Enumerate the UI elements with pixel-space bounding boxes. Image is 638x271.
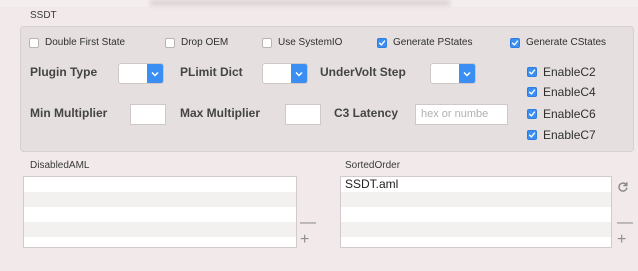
window-top-shadow: [150, 0, 450, 6]
c3-latency-field[interactable]: hex or numbe: [415, 104, 508, 125]
undervolt-step-dropdown[interactable]: [430, 63, 476, 84]
checkbox-label: Drop OEM: [181, 37, 229, 48]
chevron-down-icon: [147, 64, 163, 83]
disabled-aml-list[interactable]: [23, 176, 297, 248]
chevron-down-icon: [291, 64, 307, 83]
list-row: [24, 192, 296, 207]
generate-pstates-checkbox[interactable]: Generate PStates: [377, 37, 473, 48]
list-row: [341, 207, 611, 222]
checkbox-label: EnableC4: [543, 85, 596, 99]
list-row: [341, 192, 611, 207]
checkmark-icon: [527, 130, 537, 140]
min-multiplier-label: Min Multiplier: [30, 106, 108, 120]
sorted-order-remove-button[interactable]: —: [617, 215, 633, 231]
chevron-down-icon: [459, 64, 475, 83]
checkmark-icon: [510, 37, 520, 48]
checkbox-box: [262, 37, 272, 48]
list-item[interactable]: SSDT.aml: [341, 177, 611, 192]
disabled-aml-remove-button[interactable]: —: [300, 215, 316, 231]
list-row: [24, 177, 296, 192]
enablec2-checkbox[interactable]: EnableC2: [527, 65, 596, 79]
plugin-type-label: Plugin Type: [30, 65, 98, 79]
list-row: [341, 222, 611, 237]
checkbox-label: EnableC2: [543, 65, 596, 79]
plimit-dict-label: PLimit Dict: [180, 65, 243, 79]
checkmark-icon: [527, 67, 537, 77]
checkbox-box: [29, 37, 39, 48]
enablec6-checkbox[interactable]: EnableC6: [527, 107, 596, 121]
max-multiplier-field[interactable]: [285, 104, 321, 125]
double-first-state-checkbox[interactable]: Double First State: [29, 37, 125, 48]
checkbox-label: EnableC6: [543, 107, 596, 121]
checkbox-label: EnableC7: [543, 128, 596, 142]
sorted-order-add-button[interactable]: +: [617, 232, 626, 248]
drop-oem-checkbox[interactable]: Drop OEM: [165, 37, 228, 48]
plimit-dict-dropdown[interactable]: [262, 63, 308, 84]
enablec7-checkbox[interactable]: EnableC7: [527, 128, 596, 142]
checkbox-label: Generate PStates: [393, 37, 473, 48]
use-systemio-checkbox[interactable]: Use SystemIO: [262, 37, 342, 48]
sorted-order-title: SortedOrder: [345, 160, 401, 171]
checkbox-label: Double First State: [45, 37, 126, 48]
max-multiplier-label: Max Multiplier: [180, 106, 261, 120]
list-row: [24, 222, 296, 237]
checkmark-icon: [527, 109, 537, 119]
enablec4-checkbox[interactable]: EnableC4: [527, 85, 596, 99]
list-row: [24, 207, 296, 222]
checkbox-label: Use SystemIO: [278, 37, 343, 48]
disabled-aml-add-button[interactable]: +: [300, 232, 309, 248]
min-multiplier-field[interactable]: [130, 104, 166, 125]
checkbox-label: Generate CStates: [526, 37, 607, 48]
undervolt-step-label: UnderVolt Step: [320, 65, 406, 79]
c3-latency-label: C3 Latency: [334, 106, 399, 120]
disabled-aml-title: DisabledAML: [30, 160, 90, 171]
generate-cstates-checkbox[interactable]: Generate CStates: [510, 37, 606, 48]
checkbox-box: [165, 37, 175, 48]
sorted-order-list[interactable]: SSDT.aml: [340, 176, 612, 248]
checkmark-icon: [527, 87, 537, 97]
plugin-type-dropdown[interactable]: [118, 63, 164, 84]
refresh-icon[interactable]: [617, 181, 629, 193]
ssdt-group-title: SSDT: [30, 10, 57, 21]
checkmark-icon: [377, 37, 387, 48]
